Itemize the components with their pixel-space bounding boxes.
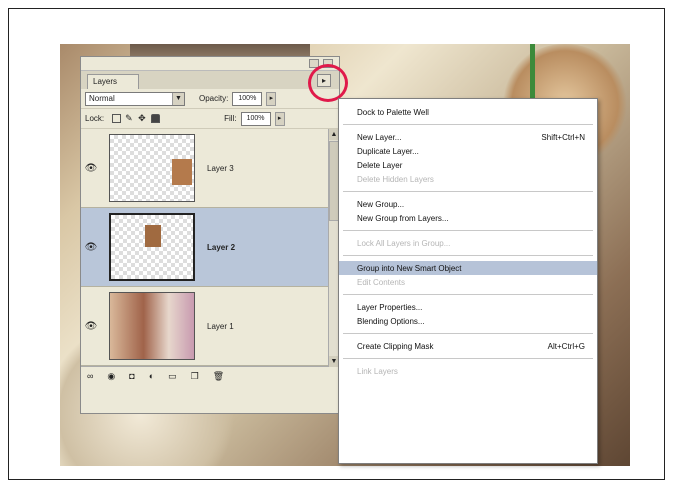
- lock-move-icon[interactable]: ✥: [138, 114, 147, 123]
- menu-item-new-group-from-layers[interactable]: New Group from Layers...: [339, 211, 597, 225]
- menu-item-edit-contents[interactable]: Edit Contents: [339, 275, 597, 289]
- menu-item-group-smart-object[interactable]: Group into New Smart Object: [339, 261, 597, 275]
- menu-item-label: Duplicate Layer...: [357, 146, 419, 156]
- blend-mode-select[interactable]: Normal ▼: [85, 91, 185, 106]
- layer-row[interactable]: 👁 Layer 1: [81, 287, 339, 366]
- fill-stepper[interactable]: ▸: [274, 111, 285, 126]
- menu-item-label: Dock to Palette Well: [357, 107, 429, 117]
- lock-label: Lock:: [85, 114, 105, 123]
- layer-thumbnail: [109, 134, 195, 202]
- lock-brush-icon[interactable]: ✎: [125, 114, 134, 123]
- opacity-field[interactable]: 100%: [232, 91, 263, 106]
- layer-name: Layer 2: [207, 242, 236, 252]
- menu-item-new-group[interactable]: New Group...: [339, 197, 597, 211]
- group-icon[interactable]: ▭: [168, 371, 177, 382]
- menu-separator: [343, 358, 593, 359]
- layers-palette: Layers ▸ Normal ▼ Opacity: 100% ▸ Lock: …: [80, 56, 340, 414]
- palette-menu-button[interactable]: ▸: [317, 74, 331, 87]
- tab-layers[interactable]: Layers: [87, 74, 139, 89]
- menu-item-dock[interactable]: Dock to Palette Well: [339, 105, 597, 119]
- lock-all-icon[interactable]: [151, 114, 161, 123]
- lock-transparent-icon[interactable]: [112, 114, 122, 123]
- eye-icon[interactable]: 👁: [81, 321, 101, 332]
- menu-separator: [343, 191, 593, 192]
- link-icon[interactable]: ∞: [87, 371, 93, 381]
- palette-bottom-bar: ∞ ◉ ◘ ◐ ▭ ❐ 🗑: [81, 367, 339, 385]
- opacity-stepper[interactable]: ▸: [266, 91, 277, 106]
- menu-separator: [343, 124, 593, 125]
- layer-name: Layer 1: [207, 321, 234, 331]
- menu-item-lock-all[interactable]: Lock All Layers in Group...: [339, 236, 597, 250]
- menu-separator: [343, 230, 593, 231]
- menu-separator: [343, 255, 593, 256]
- opacity-label: Opacity:: [199, 94, 229, 103]
- menu-item-label: New Group from Layers...: [357, 213, 449, 223]
- menu-separator: [343, 333, 593, 334]
- menu-separator: [343, 294, 593, 295]
- menu-item-link-layers[interactable]: Link Layers: [339, 364, 597, 378]
- minimize-button[interactable]: [309, 59, 319, 68]
- chevron-down-icon: ▼: [172, 92, 184, 105]
- menu-item-shortcut: Shift+Ctrl+N: [541, 132, 585, 142]
- menu-item-shortcut: Alt+Ctrl+G: [547, 341, 585, 351]
- menu-item-label: Group into New Smart Object: [357, 263, 462, 273]
- palette-titlebar: [81, 57, 339, 71]
- menu-item-new-layer[interactable]: New Layer... Shift+Ctrl+N: [339, 130, 597, 144]
- palette-flyout-menu: Dock to Palette Well New Layer... Shift+C…: [338, 98, 598, 464]
- close-button[interactable]: [323, 59, 333, 68]
- thumbnail-content: [172, 159, 192, 185]
- menu-item-clipping-mask[interactable]: Create Clipping Mask Alt+Ctrl+G: [339, 339, 597, 353]
- mask-icon[interactable]: ◘: [129, 371, 134, 381]
- trash-icon[interactable]: 🗑: [213, 371, 224, 382]
- eye-icon[interactable]: 👁: [81, 242, 101, 253]
- menu-item-label: Layer Properties...: [357, 302, 423, 312]
- thumbnail-content: [145, 225, 161, 247]
- eye-icon[interactable]: 👁: [81, 163, 101, 174]
- fill-field[interactable]: 100%: [240, 111, 271, 126]
- menu-item-layer-properties[interactable]: Layer Properties...: [339, 300, 597, 314]
- layer-row[interactable]: 👁 Layer 3: [81, 129, 339, 208]
- menu-item-label: Create Clipping Mask: [357, 341, 434, 351]
- new-layer-icon[interactable]: ❐: [191, 371, 199, 382]
- lock-row: Lock: ✎ ✥ Fill: 100% ▸: [81, 109, 339, 129]
- menu-item-blending-options[interactable]: Blending Options...: [339, 314, 597, 328]
- layers-list: 👁 Layer 3 👁 Layer 2 👁 Layer 1 ▲ ▼: [81, 129, 339, 367]
- blend-row: Normal ▼ Opacity: 100% ▸: [81, 89, 339, 109]
- menu-item-label: Blending Options...: [357, 316, 425, 326]
- layer-name: Layer 3: [207, 163, 234, 173]
- menu-item-duplicate-layer[interactable]: Duplicate Layer...: [339, 144, 597, 158]
- menu-item-label: Edit Contents: [357, 277, 406, 287]
- fill-label: Fill:: [224, 114, 237, 123]
- palette-tab-row: Layers ▸: [81, 71, 339, 89]
- fx-icon[interactable]: ◉: [107, 371, 115, 382]
- menu-item-label: New Layer...: [357, 132, 402, 142]
- menu-item-label: New Group...: [357, 199, 405, 209]
- menu-item-label: Link Layers: [357, 366, 398, 376]
- layer-thumbnail: [109, 292, 195, 360]
- menu-item-label: Lock All Layers in Group...: [357, 238, 451, 248]
- layer-row[interactable]: 👁 Layer 2: [81, 208, 339, 287]
- menu-item-label: Delete Layer: [357, 160, 403, 170]
- layer-thumbnail: [109, 213, 195, 281]
- menu-item-label: Delete Hidden Layers: [357, 174, 434, 184]
- menu-item-delete-layer[interactable]: Delete Layer: [339, 158, 597, 172]
- menu-item-delete-hidden[interactable]: Delete Hidden Layers: [339, 172, 597, 186]
- lock-options: ✎ ✥: [112, 114, 161, 123]
- adjustment-icon[interactable]: ◐: [149, 371, 154, 381]
- photo-area: [530, 44, 535, 104]
- blend-mode-value: Normal: [89, 94, 115, 103]
